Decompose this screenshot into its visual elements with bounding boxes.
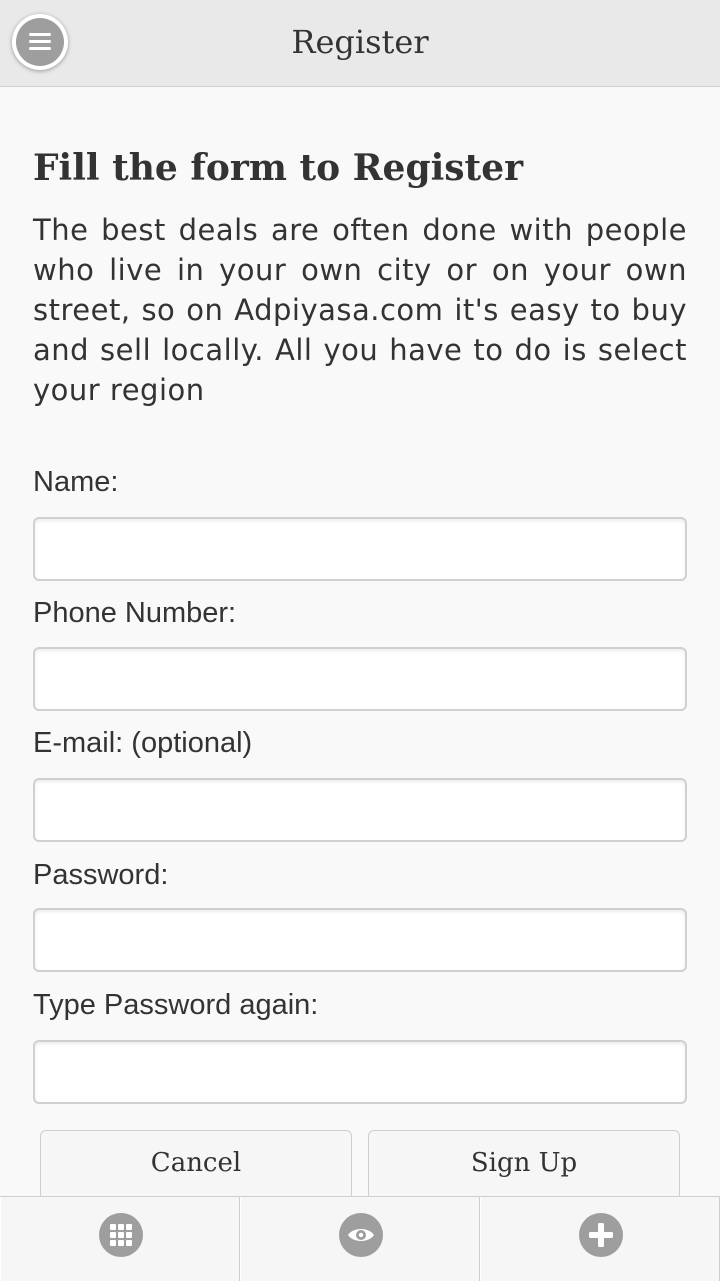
phone-label: Phone Number: <box>33 597 237 629</box>
header-bar: Register <box>0 0 720 87</box>
field-password-again: Type Password again: <box>33 987 687 1104</box>
phone-input[interactable] <box>33 647 687 711</box>
bottom-tab-bar <box>0 1196 720 1281</box>
field-phone: Phone Number: <box>33 595 687 711</box>
tab-categories[interactable] <box>0 1197 240 1281</box>
tab-view[interactable] <box>240 1197 480 1281</box>
password-label: Password: <box>33 859 169 891</box>
tab-add[interactable] <box>480 1197 720 1281</box>
field-password: Password: <box>33 857 687 972</box>
field-name: Name: <box>33 464 687 581</box>
page-title: Register <box>291 23 429 61</box>
password-again-input[interactable] <box>33 1040 687 1104</box>
cancel-button[interactable]: Cancel <box>40 1130 352 1202</box>
password-input[interactable] <box>33 908 687 972</box>
password-again-label: Type Password again: <box>33 989 319 1021</box>
register-form: Fill the form to Register The best deals… <box>33 88 687 1104</box>
sign-up-button[interactable]: Sign Up <box>368 1130 680 1202</box>
menu-button[interactable] <box>12 14 68 70</box>
field-email: E-mail: (optional) <box>33 725 687 842</box>
hamburger-menu-icon <box>16 18 64 66</box>
form-title: Fill the form to Register <box>33 147 524 189</box>
plus-icon <box>579 1213 623 1257</box>
name-label: Name: <box>33 466 119 498</box>
grid-icon <box>99 1213 143 1257</box>
name-input[interactable] <box>33 517 687 581</box>
email-input[interactable] <box>33 778 687 842</box>
email-label: E-mail: (optional) <box>33 727 253 759</box>
eye-icon <box>339 1213 383 1257</box>
intro-text: The best deals are often done with peopl… <box>33 213 687 407</box>
